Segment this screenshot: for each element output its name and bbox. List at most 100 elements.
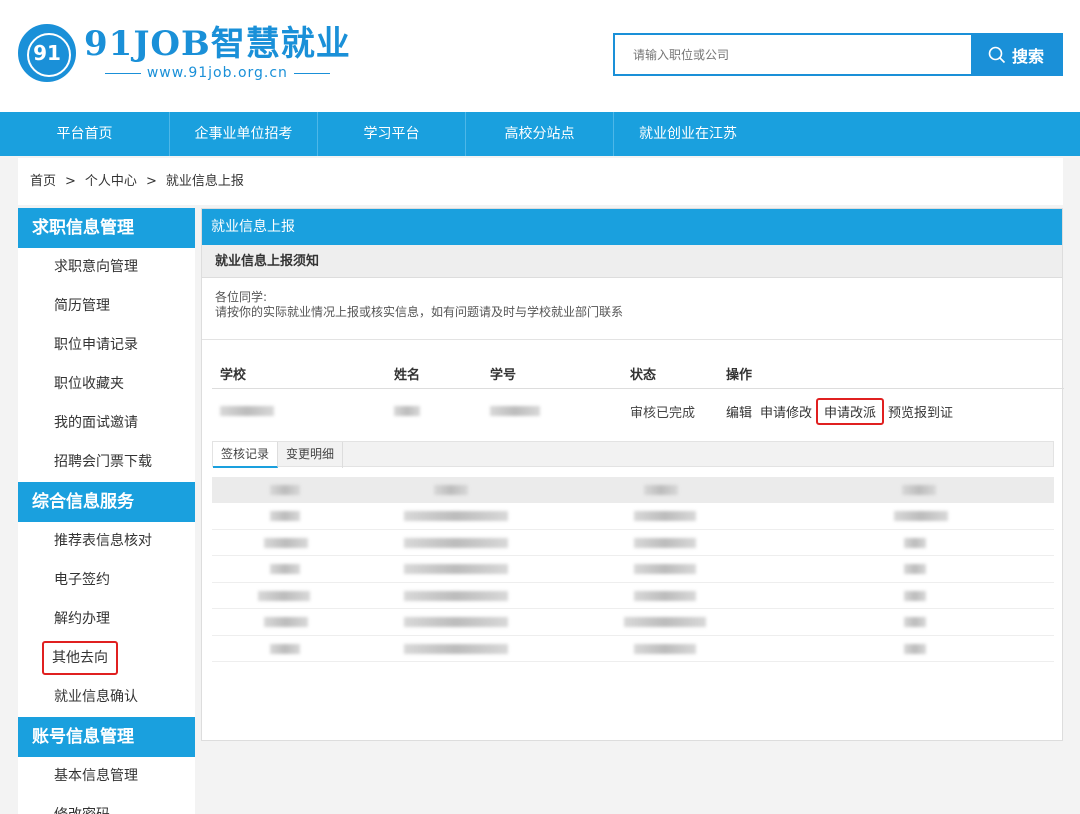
notice-line: 请按你的实际就业情况上报或核实信息，如有问题请及时与学校就业部门联系 (215, 305, 624, 319)
table-row (212, 582, 1054, 609)
redacted-text (634, 511, 696, 521)
search-icon (988, 46, 1006, 63)
sidebar-item-job-intent[interactable]: 求职意向管理 (18, 248, 195, 287)
redacted-text (634, 643, 696, 654)
table-row: 审核已完成 编辑 申请修改 申请改派 预览报到证 (212, 389, 1064, 433)
redacted-text (264, 617, 308, 627)
breadcrumb: 首页 > 个人中心 > 就业信息上报 (18, 158, 1063, 205)
table-row (212, 556, 1054, 583)
logo-mark: 91 (33, 41, 61, 65)
nav-item-jiangsu[interactable]: 就业创业在江苏 (614, 112, 762, 156)
tab-change-details[interactable]: 变更明细 (278, 442, 344, 468)
redacted-text (220, 406, 274, 416)
column-header-school: 学校 (220, 368, 247, 383)
sidebar: 求职信息管理 求职意向管理 简历管理 职位申请记录 职位收藏夹 我的面试邀请 招… (18, 208, 195, 814)
sidebar-item-applications[interactable]: 职位申请记录 (18, 326, 195, 365)
redacted-text (270, 511, 300, 521)
redacted-text (258, 590, 310, 601)
request-reassign-link[interactable]: 申请改派 (816, 397, 885, 425)
column-header-name: 姓名 (394, 368, 421, 383)
nav-item-exams[interactable]: 企事业单位招考 (170, 112, 318, 156)
redacted-text (634, 564, 696, 574)
breadcrumb-separator: > (65, 174, 76, 189)
sidebar-item-employment-confirm[interactable]: 就业信息确认 (18, 678, 195, 717)
notice-line: 各位同学: (215, 290, 268, 304)
redacted-text (644, 485, 678, 495)
nav-item-campus[interactable]: 高校分站点 (466, 112, 614, 156)
site-header: 91 91JOB智慧就业 www.91job.org.cn 搜索 (0, 0, 1080, 112)
nav-item-home[interactable]: 平台首页 (0, 112, 170, 156)
sidebar-item-termination[interactable]: 解约办理 (18, 600, 195, 639)
sidebar-item-favorites[interactable]: 职位收藏夹 (18, 365, 195, 404)
search-button[interactable]: 搜索 (971, 35, 1061, 74)
main-panel: 就业信息上报 就业信息上报须知 各位同学: 请按你的实际就业情况上报或核实信息，… (201, 208, 1064, 741)
sidebar-item-resume[interactable]: 简历管理 (18, 287, 195, 326)
breadcrumb-personal-center[interactable]: 个人中心 (85, 174, 137, 189)
breadcrumb-home[interactable]: 首页 (30, 174, 56, 189)
name-cell (394, 404, 490, 419)
sidebar-item-interviews[interactable]: 我的面试邀请 (18, 404, 195, 443)
redacted-text (404, 537, 508, 548)
redacted-text (904, 590, 926, 601)
table-row (212, 635, 1054, 662)
table-row (212, 609, 1054, 636)
school-cell (212, 404, 394, 419)
redacted-text (634, 590, 696, 601)
redacted-text (404, 617, 508, 627)
sidebar-group-title: 账号信息管理 (18, 717, 195, 757)
notice-body: 各位同学: 请按你的实际就业情况上报或核实信息，如有问题请及时与学校就业部门联系 (202, 278, 1062, 340)
info-table: 学校 姓名 学号 状态 操作 审核已完成 编辑 申请修改 申请改派 预览报到证 (212, 359, 1064, 433)
sidebar-item-e-sign[interactable]: 电子签约 (18, 561, 195, 600)
tab-sign-records[interactable]: 签核记录 (213, 442, 279, 468)
sidebar-group-title: 综合信息服务 (18, 482, 195, 522)
breadcrumb-separator: > (145, 174, 157, 189)
nav-item-learning[interactable]: 学习平台 (318, 112, 466, 156)
sidebar-item-basic-info[interactable]: 基本信息管理 (18, 757, 195, 796)
redacted-text (894, 511, 948, 521)
logo-emblem-icon: 91 (18, 24, 76, 82)
redacted-text (270, 564, 300, 574)
panel-title: 就业信息上报 (202, 209, 1062, 245)
notice-title: 就业信息上报须知 (202, 245, 1062, 278)
search-input[interactable] (615, 35, 971, 74)
sidebar-item-label: 其他去向 (42, 641, 118, 675)
sidebar-item-other-destination[interactable]: 其他去向 (18, 639, 195, 678)
sidebar-item-password[interactable]: 修改密码 (18, 796, 195, 814)
column-header-student-id: 学号 (490, 368, 517, 383)
redacted-text (624, 617, 706, 627)
redacted-text (394, 406, 420, 416)
table-row (212, 529, 1054, 556)
records-header (212, 477, 1054, 503)
search-bar: 搜索 (613, 33, 1063, 76)
breadcrumb-current: 就业信息上报 (165, 174, 244, 189)
sidebar-item-tickets[interactable]: 招聘会门票下载 (18, 443, 195, 482)
sidebar-item-recommendation[interactable]: 推荐表信息核对 (18, 522, 195, 561)
preview-certificate-link[interactable]: 预览报到证 (888, 402, 953, 421)
redacted-text (264, 537, 308, 548)
logo-title: 91JOB智慧就业 (84, 24, 351, 64)
redacted-text (404, 511, 508, 521)
redacted-text (270, 643, 300, 654)
redacted-text (902, 485, 936, 495)
site-logo[interactable]: 91 91JOB智慧就业 www.91job.org.cn (18, 24, 351, 82)
table-row (212, 503, 1054, 530)
actions-cell: 编辑 申请修改 申请改派 预览报到证 (726, 397, 961, 425)
request-modify-link[interactable]: 申请修改 (760, 402, 812, 421)
column-header-status: 状态 (630, 368, 657, 383)
redacted-text (904, 643, 926, 654)
column-header-actions: 操作 (726, 368, 753, 383)
redacted-text (634, 537, 696, 548)
edit-link[interactable]: 编辑 (726, 402, 752, 421)
status-cell: 审核已完成 (630, 405, 696, 421)
redacted-text (434, 485, 468, 495)
records-table (212, 477, 1054, 662)
redacted-text (904, 537, 926, 548)
redacted-text (490, 406, 540, 416)
main-nav: 平台首页 企事业单位招考 学习平台 高校分站点 就业创业在江苏 (0, 112, 1080, 156)
redacted-text (404, 564, 508, 574)
table-header: 学校 姓名 学号 状态 操作 (212, 359, 1064, 389)
logo-url: www.91job.org.cn (84, 65, 351, 81)
search-button-label: 搜索 (1011, 46, 1044, 66)
sidebar-group-title: 求职信息管理 (18, 208, 195, 248)
student-id-cell (490, 404, 630, 419)
